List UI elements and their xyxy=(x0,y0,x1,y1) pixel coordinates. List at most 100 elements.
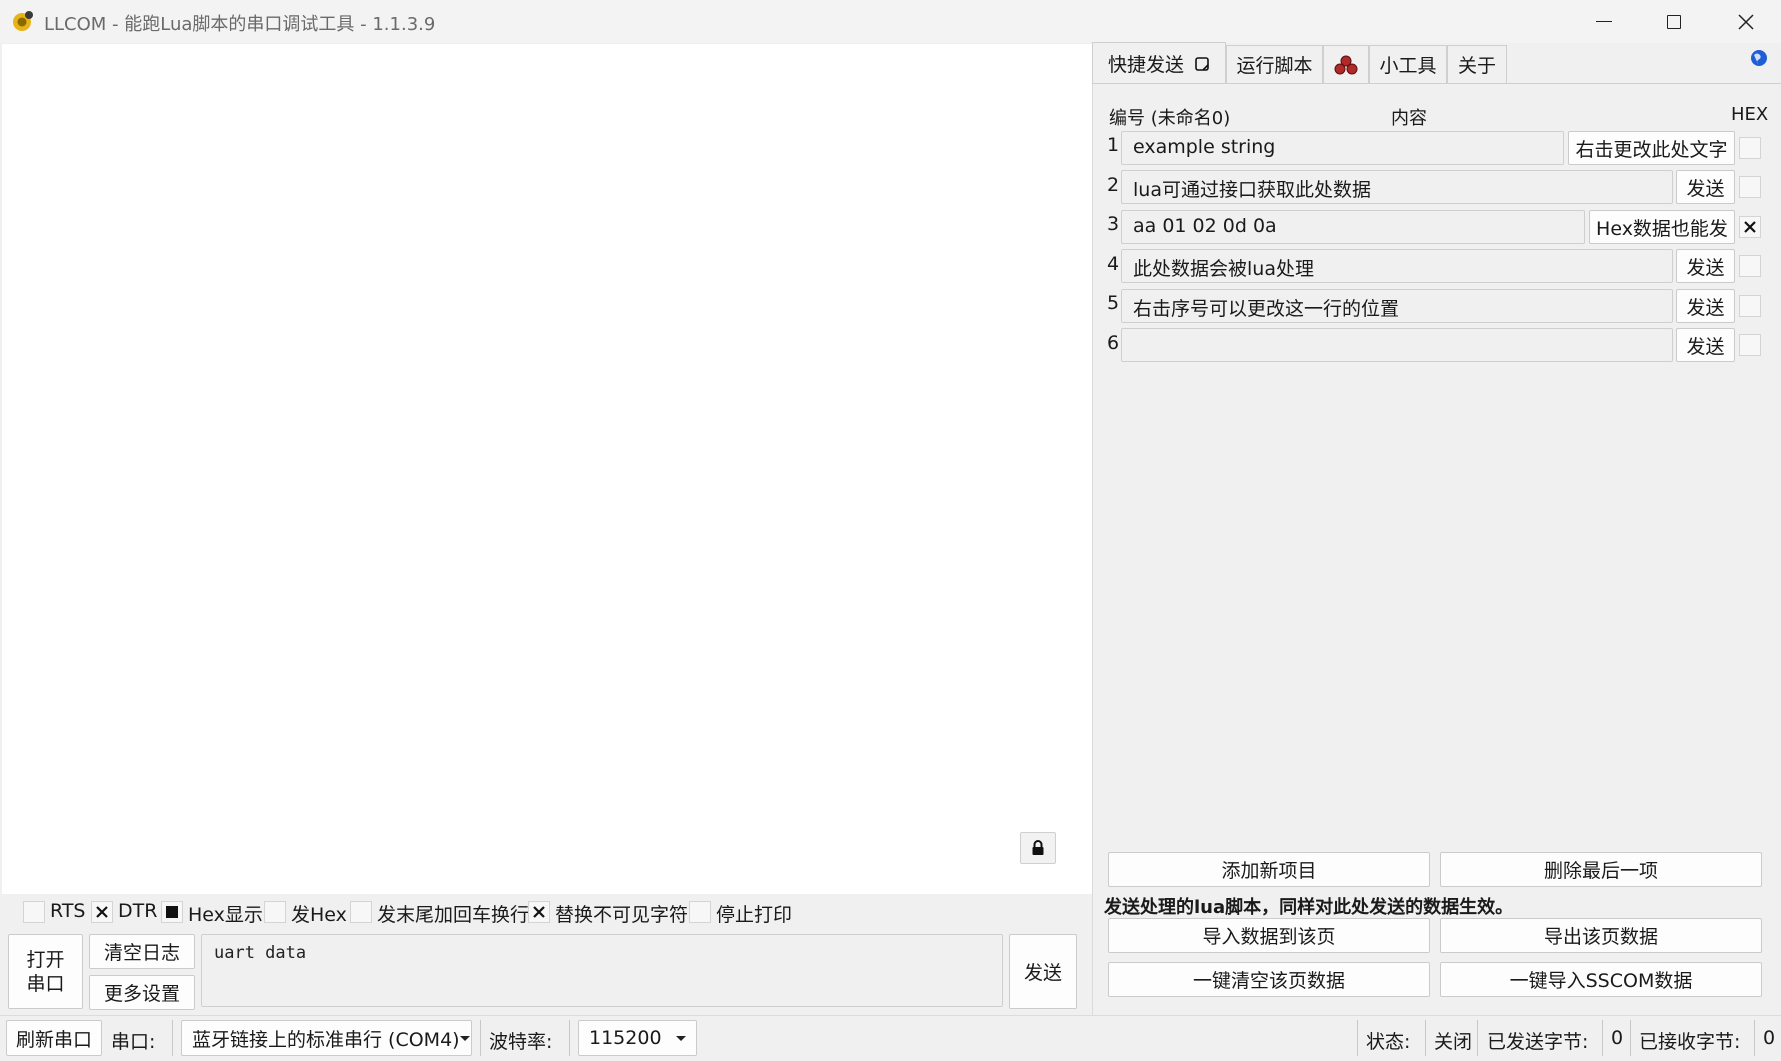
add-item-button[interactable]: 添加新项目 xyxy=(1108,852,1430,887)
separator xyxy=(1425,1020,1426,1056)
more-settings-button[interactable]: 更多设置 xyxy=(89,975,195,1010)
row-send-button[interactable]: 发送 xyxy=(1676,170,1735,204)
stop-print-label: 停止打印 xyxy=(716,904,793,926)
row-hex-checkbox[interactable] xyxy=(1739,255,1761,277)
minimize-button[interactable] xyxy=(1568,0,1640,43)
replace-invisible-checkbox[interactable] xyxy=(528,901,550,923)
tab-tools-icon[interactable] xyxy=(1323,45,1369,83)
lua-note: 发送处理的lua脚本，同样对此处发送的数据生效。 xyxy=(1104,897,1514,918)
separator xyxy=(569,1020,570,1056)
append-crlf-checkbox[interactable] xyxy=(350,901,372,923)
row-number[interactable]: 2 xyxy=(1107,174,1119,196)
import-sscom-button[interactable]: 一键导入SSCOM数据 xyxy=(1440,962,1762,997)
check-x-icon xyxy=(533,906,545,918)
clear-log-button[interactable]: 清空日志 xyxy=(89,934,195,969)
row-send-button[interactable]: 发送 xyxy=(1676,289,1735,323)
row-send-button[interactable]: 发送 xyxy=(1676,328,1735,362)
received-bytes-value: 0 xyxy=(1763,1027,1776,1049)
check-x-icon xyxy=(96,906,108,918)
window-title: LLCOM - 能跑Lua脚本的串口调试工具 - 1.1.3.9 xyxy=(44,14,436,35)
separator xyxy=(1357,1020,1358,1056)
maximize-icon xyxy=(1667,14,1681,29)
sent-bytes-value: 0 xyxy=(1611,1027,1624,1049)
sent-bytes-label: 已发送字节: xyxy=(1487,1031,1589,1053)
row-number[interactable]: 4 xyxy=(1107,253,1119,275)
baud-select-value: 115200 xyxy=(589,1027,662,1049)
append-crlf-label: 发末尾加回车换行 xyxy=(377,904,530,926)
row-number[interactable]: 3 xyxy=(1107,213,1119,235)
header-content: 内容 xyxy=(1391,108,1427,129)
open-port-label-line2: 串口 xyxy=(26,972,65,995)
row-hex-checkbox[interactable] xyxy=(1739,176,1761,198)
delete-last-button[interactable]: 删除最后一项 xyxy=(1440,852,1762,887)
export-data-button[interactable]: 导出该页数据 xyxy=(1440,918,1762,953)
tab-run-script[interactable]: 运行脚本 xyxy=(1226,45,1323,83)
send-hex-checkbox[interactable] xyxy=(264,901,286,923)
lock-icon xyxy=(1032,840,1044,855)
chevron-down-icon xyxy=(459,1035,470,1041)
port-label: 串口: xyxy=(111,1031,156,1053)
row-content-input[interactable]: 此处数据会被lua处理 xyxy=(1121,249,1673,283)
separator xyxy=(1477,1020,1478,1056)
row-content-input[interactable]: aa 01 02 0d 0a xyxy=(1121,210,1585,244)
row-content-input[interactable]: lua可通过接口获取此处数据 xyxy=(1121,170,1673,204)
title-bar: LLCOM - 能跑Lua脚本的串口调试工具 - 1.1.3.9 xyxy=(0,0,1781,43)
header-hex: HEX xyxy=(1731,104,1769,125)
row-hex-checkbox[interactable] xyxy=(1739,137,1761,159)
header-id: 编号 (未命名0) xyxy=(1109,108,1231,129)
send-button[interactable]: 发送 xyxy=(1009,934,1077,1009)
refresh-port-button[interactable]: 刷新串口 xyxy=(6,1020,102,1056)
import-data-button[interactable]: 导入数据到该页 xyxy=(1108,918,1430,953)
baud-select[interactable]: 115200 xyxy=(578,1020,697,1056)
row-content-input[interactable] xyxy=(1121,328,1673,362)
chevron-down-icon xyxy=(676,1035,686,1041)
rts-checkbox[interactable] xyxy=(23,901,45,923)
separator xyxy=(1754,1020,1755,1056)
row-hex-checkbox[interactable] xyxy=(1739,295,1761,317)
row-send-button[interactable]: 发送 xyxy=(1676,249,1735,283)
popout-icon[interactable] xyxy=(1194,56,1210,72)
tab-quick-send-label: 快捷发送 xyxy=(1107,54,1184,76)
open-port-label-line1: 打开 xyxy=(26,948,65,971)
globe-icon[interactable] xyxy=(1750,49,1768,72)
log-output-area[interactable] xyxy=(2,44,1092,894)
row-number[interactable]: 1 xyxy=(1107,134,1119,156)
rts-label: RTS xyxy=(50,900,86,922)
row-hex-checkbox[interactable] xyxy=(1739,334,1761,356)
open-port-button[interactable]: 打开 串口 xyxy=(8,934,83,1009)
row-number[interactable]: 6 xyxy=(1107,332,1119,354)
row-hex-checkbox[interactable] xyxy=(1739,216,1761,238)
replace-invisible-label: 替换不可见字符 xyxy=(555,904,689,926)
row-content-input[interactable]: 右击序号可以更改这一行的位置 xyxy=(1121,289,1673,323)
maximize-button[interactable] xyxy=(1638,0,1710,43)
tab-about[interactable]: 关于 xyxy=(1447,45,1507,83)
tab-quick-send[interactable]: 快捷发送 xyxy=(1092,42,1226,84)
baud-label: 波特率: xyxy=(489,1031,553,1053)
row-send-button[interactable]: Hex数据也能发 xyxy=(1589,210,1735,244)
tab-strip-divider xyxy=(1092,83,1781,84)
lock-scroll-button[interactable] xyxy=(1020,832,1056,864)
port-select[interactable]: 蓝牙链接上的标准串行 (COM4) xyxy=(181,1020,472,1056)
indeterminate-icon xyxy=(166,906,178,918)
close-button[interactable] xyxy=(1710,0,1781,43)
hex-show-checkbox[interactable] xyxy=(161,901,183,923)
state-label: 状态: xyxy=(1366,1031,1411,1053)
tab-small-tools[interactable]: 小工具 xyxy=(1369,45,1447,83)
send-hex-label: 发Hex xyxy=(291,904,347,926)
separator xyxy=(172,1020,173,1056)
tool-cluster-icon xyxy=(1334,55,1358,74)
dtr-label: DTR xyxy=(118,900,158,922)
send-data-input[interactable]: uart data xyxy=(201,934,1003,1007)
row-number[interactable]: 5 xyxy=(1107,292,1119,314)
separator xyxy=(480,1020,481,1056)
row-send-button[interactable]: 右击更改此处文字 xyxy=(1568,131,1735,165)
check-x-icon xyxy=(1744,221,1756,233)
row-content-input[interactable]: example string xyxy=(1121,131,1564,165)
stop-print-checkbox[interactable] xyxy=(689,901,711,923)
received-bytes-label: 已接收字节: xyxy=(1639,1031,1741,1053)
minimize-icon xyxy=(1596,20,1612,23)
dtr-checkbox[interactable] xyxy=(91,901,113,923)
close-icon xyxy=(1738,13,1754,30)
separator xyxy=(1630,1020,1631,1056)
clear-page-button[interactable]: 一键清空该页数据 xyxy=(1108,962,1430,997)
